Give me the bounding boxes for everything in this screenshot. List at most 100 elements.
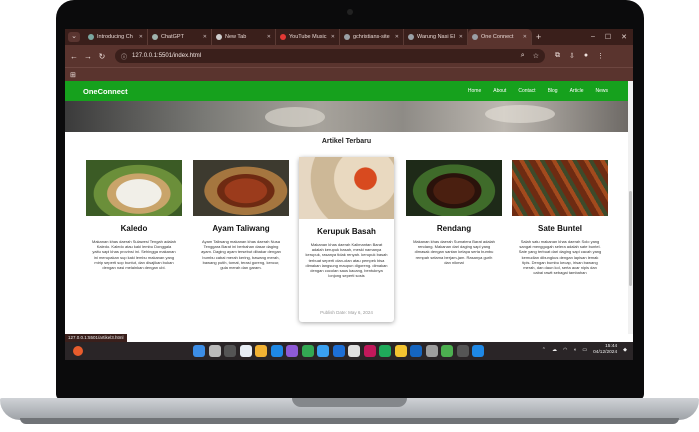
extensions-icon[interactable]: ⧉ (555, 52, 560, 60)
taskbar-app-icon[interactable] (394, 345, 407, 357)
taskbar-app-icon[interactable] (410, 345, 422, 357)
wifi-icon[interactable]: ◠ (563, 347, 567, 353)
article-card-sate-buntel[interactable]: Sate Buntel Salah satu makanan khas daer… (512, 160, 608, 276)
card-title: Kerupuk Basah (317, 227, 376, 236)
taskbar-app-icon[interactable] (425, 345, 438, 357)
zoom-search-icon[interactable]: ⌕ (521, 52, 525, 60)
tab-title: YouTube Music (289, 34, 327, 40)
taskbar-app-icon[interactable] (239, 345, 252, 357)
start-menu-icon[interactable] (193, 345, 205, 357)
browser-tab[interactable]: New Tab ✕ (212, 29, 276, 45)
taskbar-app-icon[interactable] (379, 345, 391, 357)
tab-favicon-icon (216, 34, 222, 40)
menu-link-article[interactable]: Article (570, 88, 584, 94)
system-tray: ⌃ ☁ ◠ ◖ ▭ 15:44 04/12/2024 ◆ (542, 344, 627, 356)
weather-widget-icon[interactable] (73, 346, 83, 356)
article-card-kerupuk-basah[interactable]: Kerupuk Basah Makanan khas daerah Kalima… (299, 157, 394, 322)
browser-tab[interactable]: ChatGPT ✕ (148, 29, 212, 45)
browser-toolbar: ← → ↻ ⓘ 127.0.0.1:5501/index.html ⌕ ☆ ⧉ … (65, 45, 633, 67)
tab-favicon-icon (344, 34, 350, 40)
close-tab-icon[interactable]: ✕ (523, 34, 527, 40)
browser-tab[interactable]: gchristians-site ✕ (340, 29, 404, 45)
taskbar-app-icon[interactable] (224, 345, 236, 357)
browser-tab[interactable]: Warung Nasi El ✕ (404, 29, 468, 45)
card-title: Ayam Taliwang (212, 224, 270, 233)
taskbar-app-icon[interactable] (317, 345, 329, 357)
close-tab-icon[interactable]: ✕ (139, 34, 143, 40)
menu-link-blog[interactable]: Blog (548, 88, 558, 94)
article-card-rendang[interactable]: Rendang Makanan khas daerah Sumatera Bar… (406, 160, 502, 266)
page-scrollbar[interactable] (628, 81, 633, 334)
close-tab-icon[interactable]: ✕ (203, 34, 207, 40)
close-tab-icon[interactable]: ✕ (331, 34, 335, 40)
address-bar[interactable]: ⓘ 127.0.0.1:5501/index.html ⌕ ☆ (115, 49, 545, 63)
battery-icon[interactable]: ▭ (582, 347, 587, 353)
site-brand[interactable]: OneConnect (83, 87, 128, 96)
menu-link-about[interactable]: About (493, 88, 506, 94)
site-navbar: OneConnect Home About Contact Blog Article Ne… (65, 81, 628, 101)
tab-bar: ⌄ Introducing Ch ✕ ChatGPT ✕ New Tab ✕ YouTube… (65, 29, 633, 45)
menu-link-news[interactable]: News (595, 88, 608, 94)
publish-date: Publish Date: May 6, 2024 (320, 310, 373, 315)
screen: ⌄ Introducing Ch ✕ ChatGPT ✕ New Tab ✕ YouTube… (65, 29, 633, 360)
taskbar-app-icon[interactable] (441, 345, 453, 357)
site-info-icon[interactable]: ⓘ (121, 52, 127, 61)
profile-avatar-icon[interactable]: ● (584, 52, 588, 60)
menu-link-home[interactable]: Home (468, 88, 481, 94)
browser-tab[interactable]: One Connect ✕ (468, 29, 532, 45)
reload-icon[interactable]: ↻ (97, 52, 107, 61)
taskbar-app-icon[interactable] (456, 345, 469, 357)
taskbar-app-icon[interactable] (363, 345, 376, 357)
close-tab-icon[interactable]: ✕ (267, 34, 271, 40)
more-menu-icon[interactable]: ⋮ (597, 52, 604, 60)
taskbar-app-icon[interactable] (270, 345, 283, 357)
tab-search-icon[interactable]: ⌄ (68, 32, 80, 42)
apps-grid-icon[interactable]: ⊞ (70, 71, 76, 79)
card-title: Sate Buntel (537, 224, 582, 233)
tab-favicon-icon (152, 34, 158, 40)
taskbar-app-icon[interactable] (208, 345, 221, 357)
bookmark-star-icon[interactable]: ☆ (533, 52, 539, 60)
bookmarks-bar: ⊞ (65, 67, 633, 82)
close-tab-icon[interactable]: ✕ (459, 34, 463, 40)
volume-icon[interactable]: ◖ (573, 347, 576, 353)
back-arrow-icon[interactable]: ← (69, 52, 79, 61)
tab-title: gchristians-site (353, 34, 390, 40)
menu-link-contact[interactable]: Contact (518, 88, 535, 94)
close-window-icon[interactable]: ✕ (621, 33, 627, 41)
scrollbar-thumb[interactable] (629, 191, 632, 286)
kerupuk-basah-food-image (299, 157, 394, 219)
webcam (347, 9, 353, 15)
taskbar-apps (193, 345, 484, 357)
notification-bell-icon[interactable]: ◆ (623, 347, 627, 353)
card-text: Salah satu makanan khas daerah Solo yang… (518, 239, 602, 276)
clock[interactable]: 15:44 04/12/2024 (593, 344, 617, 356)
ayam-taliwang-food-image (193, 160, 289, 216)
card-text: Makanan khas daerah Kalimantan Barat ada… (305, 242, 388, 279)
tray-chevron-icon[interactable]: ⌃ (542, 347, 546, 353)
taskbar-app-icon[interactable] (255, 345, 267, 357)
browser-tab[interactable]: Introducing Ch ✕ (84, 29, 148, 45)
tab-title: New Tab (225, 34, 247, 40)
maximize-icon[interactable]: ☐ (605, 33, 611, 41)
web-page: OneConnect Home About Contact Blog Article Ne… (65, 81, 628, 334)
download-icon[interactable]: ⇩ (569, 52, 575, 60)
minimize-icon[interactable]: – (591, 33, 595, 41)
site-menu: Home About Contact Blog Article News (468, 88, 608, 94)
forward-arrow-icon[interactable]: → (83, 52, 93, 61)
taskbar-app-icon[interactable] (286, 345, 298, 357)
article-card-ayam-taliwang[interactable]: Ayam Taliwang Ayam Taliwang makanan khas… (193, 160, 289, 271)
browser-tab[interactable]: YouTube Music ✕ (276, 29, 340, 45)
taskbar-app-icon[interactable] (348, 345, 360, 357)
kaledo-food-image (86, 160, 182, 216)
taskbar-app-icon[interactable] (301, 345, 314, 357)
taskbar-app-icon[interactable] (332, 345, 345, 357)
clock-date: 04/12/2024 (593, 350, 618, 355)
address-url: 127.0.0.1:5501/index.html (132, 53, 202, 59)
tab-favicon-icon (408, 34, 414, 40)
cloud-icon[interactable]: ☁ (552, 347, 557, 353)
article-card-kaledo[interactable]: Kaledo Makanan khas daerah Sulawesi Teng… (86, 160, 182, 271)
new-tab-plus-icon[interactable]: + (536, 32, 541, 42)
taskbar-app-icon[interactable] (472, 345, 484, 357)
close-tab-icon[interactable]: ✕ (395, 34, 399, 40)
